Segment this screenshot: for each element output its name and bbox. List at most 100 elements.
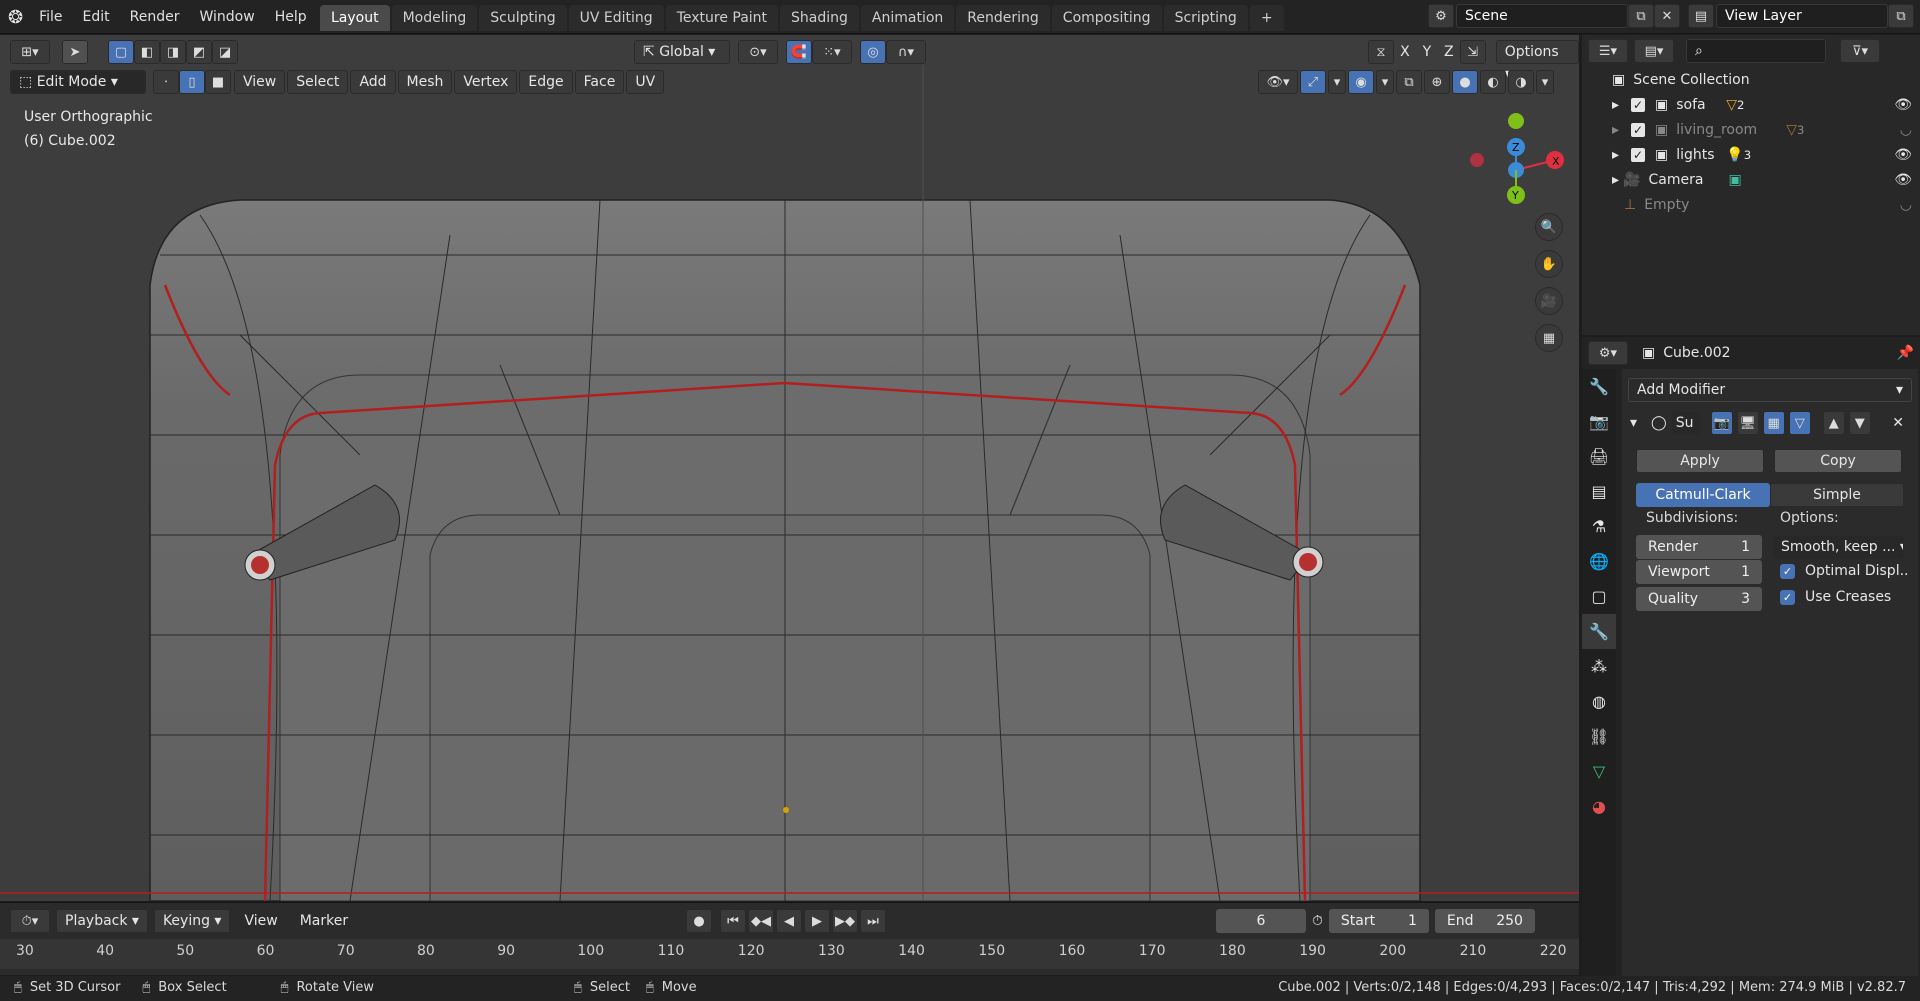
menu-help[interactable]: Help: [265, 0, 317, 34]
play-reverse-icon[interactable]: ◀: [776, 909, 802, 933]
mesh-canvas[interactable]: X Z Y: [0, 35, 1579, 901]
exclude-checkbox[interactable]: ✓: [1631, 122, 1646, 137]
add-modifier-dropdown[interactable]: Add Modifier ▾: [1628, 378, 1912, 402]
world-tab-icon[interactable]: 🌐: [1582, 544, 1616, 579]
properties-editor-icon[interactable]: ⚙▾: [1588, 341, 1628, 365]
outliner-row-camera[interactable]: ▸ 🎥 Camera ▣ 👁: [1612, 167, 1912, 192]
zoom-icon[interactable]: 🔍: [1535, 213, 1563, 241]
particles-tab-icon[interactable]: ⁂: [1582, 649, 1616, 684]
select-intersect-icon[interactable]: ◪: [212, 40, 238, 64]
exclude-checkbox[interactable]: ✓: [1631, 147, 1646, 162]
move-down-icon[interactable]: ▼: [1848, 411, 1871, 435]
tab-animation[interactable]: Animation: [860, 5, 955, 31]
gizmo-dropdown-icon[interactable]: ▾: [1328, 70, 1346, 94]
menu-uv[interactable]: UV: [626, 70, 665, 94]
snap-toggle-icon[interactable]: 🧲: [786, 40, 812, 64]
new-view-layer-icon[interactable]: ⧉: [1888, 4, 1914, 28]
tab-uv-editing[interactable]: UV Editing: [568, 5, 664, 31]
solid-shading-icon[interactable]: ●: [1452, 70, 1478, 94]
camera-view-icon[interactable]: 🎥: [1535, 287, 1563, 315]
falloff-icon[interactable]: ∩▾: [886, 40, 926, 64]
scene-selector-icon[interactable]: ⚙: [1428, 4, 1454, 28]
outliner-search-input[interactable]: ⌕: [1686, 39, 1826, 63]
jump-keyframe-back-icon[interactable]: ◆◀: [748, 909, 774, 933]
timeline-editor-icon[interactable]: ⏱▾: [10, 909, 50, 933]
render-tab-icon[interactable]: 📷: [1582, 404, 1616, 439]
scene-name-field[interactable]: Scene: [1456, 4, 1628, 28]
scene-tab-icon[interactable]: ⚗: [1582, 509, 1616, 544]
expand-arrow-icon[interactable]: ▸: [1612, 172, 1619, 188]
vertex-select-icon[interactable]: ⋅: [153, 70, 179, 94]
ortho-grid-icon[interactable]: ▦: [1535, 324, 1563, 352]
3d-viewport[interactable]: X Z Y ⊞▾ ➤ ▢ ◧ ◨ ◩ ◪ ⇱ Global ▾ ⊙▾ 🧲 ⁙▾ …: [0, 35, 1579, 901]
edge-select-icon[interactable]: ▯: [179, 70, 205, 94]
outliner-row-empty[interactable]: ⊥ Empty ◡: [1624, 192, 1912, 217]
tool-tab-icon[interactable]: 🔧: [1582, 369, 1616, 404]
render-levels-field[interactable]: Render 1: [1636, 535, 1762, 559]
tab-texture-paint[interactable]: Texture Paint: [665, 5, 779, 31]
rendered-shading-icon[interactable]: ◑: [1508, 70, 1534, 94]
keying-menu[interactable]: Keying ▾: [153, 909, 231, 933]
mirror-icon[interactable]: ⧖: [1368, 40, 1394, 64]
physics-tab-icon[interactable]: ◍: [1582, 684, 1616, 719]
mirror-y[interactable]: Y: [1416, 44, 1438, 60]
scene-collection-row[interactable]: ▣ Scene Collection: [1612, 67, 1750, 92]
select-new-icon[interactable]: ▢: [108, 40, 134, 64]
constraints-tab-icon[interactable]: ⛓: [1582, 719, 1616, 754]
view-layer-selector-icon[interactable]: ▤: [1688, 4, 1714, 28]
simple-button[interactable]: Simple: [1770, 483, 1904, 507]
modifier-name-field[interactable]: Su: [1670, 411, 1701, 435]
face-select-icon[interactable]: ■: [205, 70, 231, 94]
apply-button[interactable]: Apply: [1636, 449, 1764, 473]
data-tab-icon[interactable]: ▽: [1582, 754, 1616, 789]
overlay-dropdown-icon[interactable]: ▾: [1376, 70, 1394, 94]
use-creases-checkbox[interactable]: ✓: [1780, 589, 1795, 605]
on-cage-icon[interactable]: ▽: [1788, 411, 1811, 435]
select-extend-icon[interactable]: ◧: [134, 40, 160, 64]
select-invert-icon[interactable]: ◩: [186, 40, 212, 64]
menu-edge[interactable]: Edge: [519, 70, 573, 94]
output-tab-icon[interactable]: 🖨: [1582, 439, 1616, 474]
frame-ruler[interactable]: 30 40 50 60 70 80 90 100 110 120 130 140 150 160 170 18…: [0, 939, 1579, 969]
use-creases-option[interactable]: ✓ Use Creases: [1780, 589, 1891, 605]
expand-arrow-icon[interactable]: ▸: [1612, 122, 1619, 138]
orientation-dropdown[interactable]: ⇱ Global ▾: [634, 40, 730, 64]
menu-file[interactable]: File: [29, 0, 72, 34]
eye-icon[interactable]: 👁: [1894, 172, 1912, 188]
shading-dropdown-icon[interactable]: ▾: [1536, 70, 1554, 94]
menu-view[interactable]: View: [234, 70, 286, 94]
tab-sculpting[interactable]: Sculpting: [479, 5, 567, 31]
collapse-arrow-icon[interactable]: ▾: [1630, 415, 1637, 431]
editor-type-icon[interactable]: ⊞▾: [10, 40, 50, 64]
record-icon[interactable]: ●: [686, 909, 712, 933]
optimal-display-checkbox[interactable]: ✓: [1780, 563, 1795, 579]
tab-rendering[interactable]: Rendering: [956, 5, 1050, 31]
expand-arrow-icon[interactable]: ▸: [1612, 97, 1619, 113]
show-editmode-icon[interactable]: ▦: [1762, 411, 1785, 435]
proportional-edit-icon[interactable]: ◎: [860, 40, 886, 64]
menu-edit[interactable]: Edit: [73, 0, 120, 34]
view-layer-tab-icon[interactable]: ▤: [1582, 474, 1616, 509]
start-frame-field[interactable]: Start 1: [1328, 909, 1429, 933]
menu-window[interactable]: Window: [190, 0, 265, 34]
quality-field[interactable]: Quality 3: [1636, 587, 1762, 611]
new-scene-icon[interactable]: ⧉: [1628, 4, 1654, 28]
blender-logo-icon[interactable]: ❂: [8, 7, 23, 28]
menu-mesh[interactable]: Mesh: [397, 70, 453, 94]
menu-render[interactable]: Render: [120, 0, 190, 34]
outliner-row-sofa[interactable]: ▸ ✓ ▣ sofa ▽ 2 👁: [1612, 92, 1912, 117]
end-frame-field[interactable]: End 250: [1434, 909, 1535, 933]
select-subtract-icon[interactable]: ◨: [160, 40, 186, 64]
menu-vertex[interactable]: Vertex: [454, 70, 518, 94]
optimal-display-option[interactable]: ✓ Optimal Displ..: [1780, 563, 1908, 579]
expand-arrow-icon[interactable]: ▸: [1612, 147, 1619, 163]
outliner-editor-icon[interactable]: ☰▾: [1588, 39, 1628, 63]
view-layer-field[interactable]: View Layer: [1716, 4, 1888, 28]
tab-scripting[interactable]: Scripting: [1163, 5, 1248, 31]
options-dropdown[interactable]: Options ▾: [1495, 40, 1579, 82]
material-shading-icon[interactable]: ◐: [1480, 70, 1506, 94]
filter-icon[interactable]: ⊽▾: [1840, 39, 1880, 63]
jump-start-icon[interactable]: ⏮: [720, 909, 746, 933]
show-render-icon[interactable]: 📷: [1710, 411, 1733, 435]
timeline-view-menu[interactable]: View: [236, 913, 285, 929]
